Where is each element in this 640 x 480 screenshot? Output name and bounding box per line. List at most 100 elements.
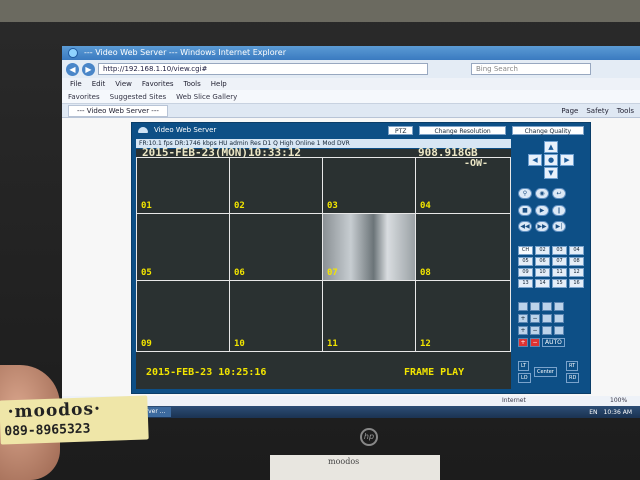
channel-button[interactable]: 11 [552, 268, 567, 277]
channel-button[interactable]: 10 [535, 268, 550, 277]
osd-footer-datetime: 2015-FEB-23 10:25:16 [146, 367, 267, 378]
ptz-rd[interactable]: RD [566, 373, 580, 383]
channel-button[interactable]: CH [518, 246, 533, 255]
ptz-lo[interactable]: LO [518, 373, 531, 383]
alarm-off-icon[interactable]: − [530, 338, 540, 347]
tools-menu[interactable]: Tools [617, 107, 634, 115]
video-grid[interactable]: 01 02 03 04 05 06 07 08 09 10 11 12 2015… [136, 146, 511, 389]
change-resolution-button[interactable]: Change Resolution [419, 125, 506, 135]
menu-bar: File Edit View Favorites Tools Help [62, 78, 640, 90]
channel-button[interactable]: 15 [552, 279, 567, 288]
zoom-in-icon[interactable]: + [518, 314, 528, 323]
play-icon[interactable]: ▶ [535, 205, 549, 216]
camera-cell[interactable]: 02 [229, 157, 323, 214]
camera-cell[interactable]: 12 [415, 280, 511, 352]
language-indicator[interactable]: EN [589, 409, 597, 416]
back-button[interactable]: ◀ [66, 62, 79, 76]
stop-icon[interactable]: ■ [518, 205, 532, 216]
channel-button[interactable]: 07 [552, 257, 567, 266]
taskbar: --- Video Web Server ... EN 10:36 AM [62, 406, 640, 418]
channel-button[interactable]: 09 [518, 268, 533, 277]
layout-row [518, 302, 564, 311]
ptz-rt[interactable]: RT [566, 361, 579, 371]
tab-bar: --- Video Web Server --- Page Safety Too… [62, 104, 640, 118]
menu-edit[interactable]: Edit [92, 78, 106, 90]
forward-button[interactable]: ▶ [82, 62, 95, 76]
channel-number: 09 [141, 339, 152, 349]
channel-button[interactable]: 14 [535, 279, 550, 288]
channel-button[interactable]: 13 [518, 279, 533, 288]
camera-cell[interactable]: 09 [136, 280, 230, 352]
channel-number: 05 [141, 268, 152, 278]
iris-icon[interactable] [554, 314, 564, 323]
camera-cell[interactable]: 11 [322, 280, 416, 352]
browser-tab[interactable]: --- Video Web Server --- [68, 104, 168, 117]
ptz-dpad: ▲ ◀ ● ▶ ▼ [528, 141, 574, 181]
layout-9-icon[interactable] [542, 302, 552, 311]
focus-icon[interactable] [542, 314, 552, 323]
arrow-down-icon[interactable]: ▼ [544, 167, 558, 179]
layout-1-icon[interactable] [518, 302, 528, 311]
menu-view[interactable]: View [115, 78, 132, 90]
zoom-out-icon[interactable]: − [530, 314, 540, 323]
web-slice-gallery-link[interactable]: Web Slice Gallery [176, 90, 237, 103]
camera-cell[interactable]: 03 [322, 157, 416, 214]
channel-button[interactable]: 06 [535, 257, 550, 266]
arrow-left-icon[interactable]: ◀ [528, 154, 542, 166]
channel-button[interactable]: 05 [518, 257, 533, 266]
channel-button[interactable]: 16 [569, 279, 584, 288]
zoom-row: + − [518, 314, 564, 323]
channel-number: 07 [327, 268, 338, 278]
camera-cell[interactable]: 06 [229, 213, 323, 281]
arrow-right-icon[interactable]: ▶ [560, 154, 574, 166]
camera-cell[interactable]: 08 [415, 213, 511, 281]
channel-button[interactable]: 03 [552, 246, 567, 255]
zoom-level[interactable]: 100% [610, 396, 627, 406]
ptz-lt[interactable]: LT [518, 361, 530, 371]
safety-menu[interactable]: Safety [586, 107, 608, 115]
ptz-button[interactable]: PTZ [388, 125, 414, 135]
layout-4-icon[interactable] [530, 302, 540, 311]
menu-file[interactable]: File [70, 78, 82, 90]
focus-near-icon[interactable]: + [518, 326, 528, 335]
change-quality-button[interactable]: Change Quality [511, 125, 584, 135]
camera-cell-live[interactable]: 07 [322, 213, 416, 281]
channel-number: 01 [141, 201, 152, 211]
channel-button[interactable]: 12 [569, 268, 584, 277]
record-icon[interactable]: ◉ [535, 188, 549, 199]
ptz-position-pad: LT RT LO Center RD [518, 361, 580, 385]
tour-icon[interactable] [554, 326, 564, 335]
rewind-icon[interactable]: ◀◀ [518, 221, 532, 232]
search-icon[interactable]: ⚲ [518, 188, 532, 199]
monitor-screen: --- Video Web Server --- Windows Interne… [62, 46, 640, 418]
auto-button[interactable]: AUTO [542, 338, 565, 347]
arrow-up-icon[interactable]: ▲ [544, 141, 558, 153]
camera-cell[interactable]: 04 [415, 157, 511, 214]
favorites-button[interactable]: Favorites [68, 90, 100, 103]
focus-far-icon[interactable]: − [530, 326, 540, 335]
suggested-sites-link[interactable]: Suggested Sites [110, 90, 167, 103]
alarm-icon[interactable]: + [518, 338, 528, 347]
menu-favorites[interactable]: Favorites [142, 78, 174, 90]
center-icon[interactable]: ● [544, 154, 558, 166]
camera-cell[interactable]: 05 [136, 213, 230, 281]
return-icon[interactable]: ↩ [552, 188, 566, 199]
layout-16-icon[interactable] [554, 302, 564, 311]
channel-button[interactable]: 04 [569, 246, 584, 255]
page-menu[interactable]: Page [561, 107, 578, 115]
channel-button[interactable]: 02 [535, 246, 550, 255]
command-bar: Page Safety Tools [561, 107, 634, 115]
fast-forward-icon[interactable]: ▶▶ [535, 221, 549, 232]
step-icon[interactable]: ▶| [552, 221, 566, 232]
camera-cell[interactable]: 10 [229, 280, 323, 352]
camera-cell[interactable]: 01 [136, 157, 230, 214]
ptz-center[interactable]: Center [534, 367, 557, 377]
pause-icon[interactable]: ❙ [552, 205, 566, 216]
url-field[interactable]: http://192.168.1.10/view.cgi# [98, 63, 428, 75]
search-field[interactable]: Bing Search [471, 63, 591, 75]
menu-tools[interactable]: Tools [184, 78, 201, 90]
channel-button[interactable]: 08 [569, 257, 584, 266]
menu-help[interactable]: Help [211, 78, 227, 90]
preset-icon[interactable] [542, 326, 552, 335]
stand-label: moodos [328, 457, 360, 466]
